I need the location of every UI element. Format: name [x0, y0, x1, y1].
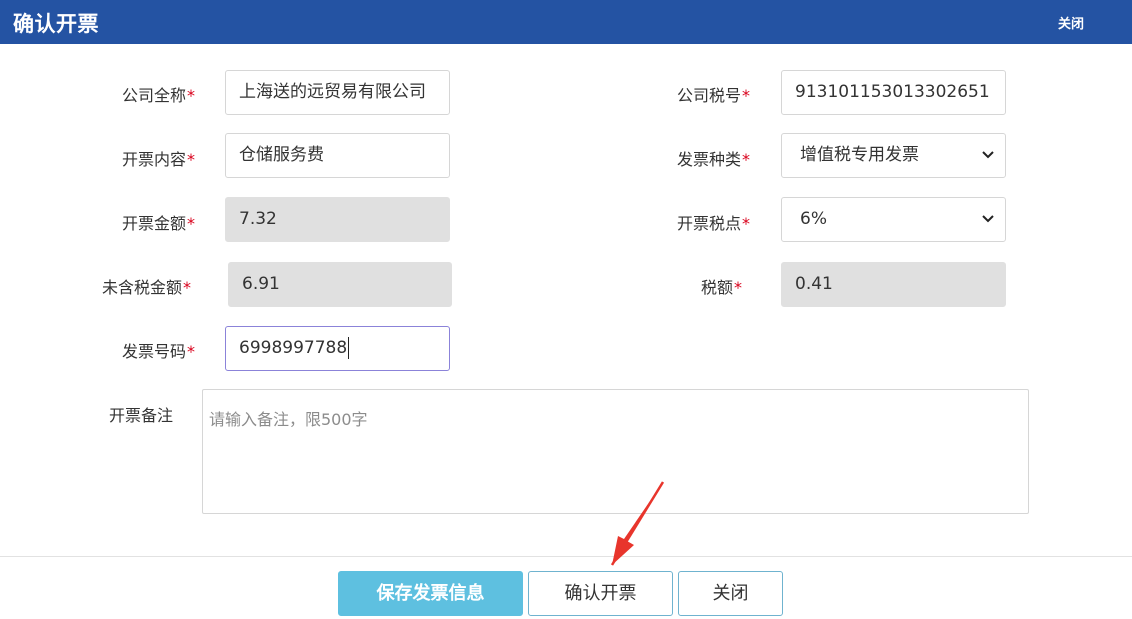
tax-number-label: 公司税号*	[677, 82, 750, 106]
remark-label: 开票备注	[109, 406, 174, 425]
invoice-type-select[interactable]: 增值税专用发票	[781, 133, 1006, 178]
company-name-label: 公司全称*	[122, 82, 195, 106]
tax-number-label-text: 公司税号	[677, 86, 742, 105]
required-mark: *	[187, 150, 196, 169]
tax-number-input[interactable]: 913101153013302651	[781, 70, 1006, 115]
tax-rate-select[interactable]: 6%	[781, 197, 1006, 242]
amount-excl-tax-label-text: 未含税金额	[102, 278, 183, 297]
text-caret	[348, 337, 350, 359]
invoice-number-label-text: 发票号码	[122, 342, 187, 361]
invoice-type-selected: 增值税专用发票	[800, 145, 919, 165]
save-invoice-button[interactable]: 保存发票信息	[338, 571, 523, 616]
chevron-down-icon	[982, 151, 994, 159]
required-mark: *	[187, 86, 196, 105]
company-name-input[interactable]: 上海送的远贸易有限公司	[225, 70, 450, 115]
close-button[interactable]: 关闭	[678, 571, 783, 616]
confirm-invoice-button[interactable]: 确认开票	[528, 571, 673, 616]
tax-rate-label-text: 开票税点	[677, 214, 742, 233]
invoice-type-label: 发票种类*	[677, 146, 750, 170]
invoice-number-label: 发票号码*	[122, 338, 195, 362]
header-close-link[interactable]: 关闭	[1058, 13, 1084, 32]
remark-textarea[interactable]: 请输入备注，限500字	[202, 389, 1029, 514]
required-mark: *	[742, 214, 751, 233]
footer-divider	[0, 556, 1132, 557]
invoice-content-input[interactable]: 仓储服务费	[225, 133, 450, 178]
amount-excl-tax-label: 未含税金额*	[102, 274, 191, 298]
required-mark: *	[183, 278, 192, 297]
tax-rate-label: 开票税点*	[677, 210, 750, 234]
required-mark: *	[742, 86, 751, 105]
tax-amount-label-text: 税额	[701, 278, 734, 297]
chevron-down-icon	[982, 215, 994, 223]
required-mark: *	[734, 278, 743, 297]
tax-rate-selected: 6%	[800, 209, 827, 229]
invoice-type-label-text: 发票种类	[677, 150, 742, 169]
invoice-number-input[interactable]: 6998997788	[225, 326, 450, 371]
tax-amount-label: 税额*	[701, 274, 742, 298]
invoice-content-label: 开票内容*	[122, 146, 195, 170]
invoice-content-label-text: 开票内容	[122, 150, 187, 169]
invoice-number-value: 6998997788	[239, 338, 348, 358]
invoice-amount-label: 开票金额*	[122, 210, 195, 234]
dialog-header: 确认开票 关闭	[0, 0, 1132, 44]
tax-amount-field: 0.41	[781, 262, 1006, 307]
dialog-title: 确认开票	[13, 12, 99, 36]
required-mark: *	[187, 214, 196, 233]
remark-placeholder: 请输入备注，限500字	[209, 410, 368, 429]
invoice-amount-label-text: 开票金额	[122, 214, 187, 233]
amount-excl-tax-field: 6.91	[228, 262, 452, 307]
required-mark: *	[742, 150, 751, 169]
company-name-label-text: 公司全称	[122, 86, 187, 105]
required-mark: *	[187, 342, 196, 361]
invoice-amount-field: 7.32	[225, 197, 450, 242]
